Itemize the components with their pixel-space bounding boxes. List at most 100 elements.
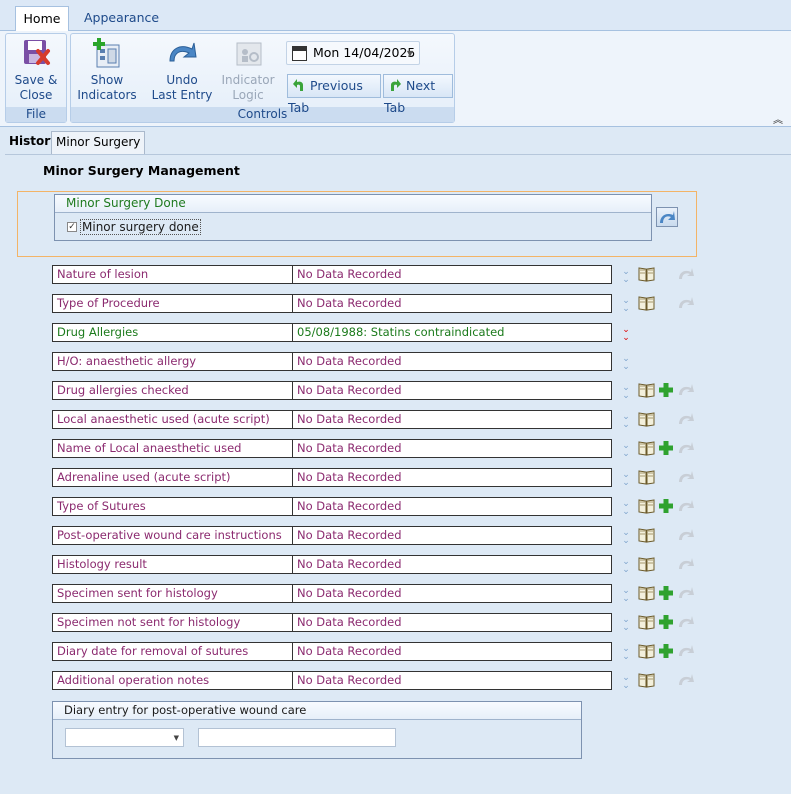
- add-icon[interactable]: [658, 382, 674, 399]
- expand-chevron-icon[interactable]: ⌄ ⌄: [617, 382, 635, 401]
- next-arrow-icon: [391, 79, 401, 91]
- expand-chevron-icon[interactable]: ⌄ ⌄: [617, 440, 635, 459]
- row-value[interactable]: 05/08/1988: Statins contraindicated: [297, 324, 504, 341]
- row-value[interactable]: No Data Recorded: [297, 295, 402, 312]
- book-icon[interactable]: [638, 556, 655, 573]
- undo-last-entry-button[interactable]: Undo Last Entry: [149, 37, 215, 103]
- row-actions: ⌄ ⌄: [617, 555, 697, 575]
- table-row[interactable]: Diary date for removal of sutures No Data…: [52, 642, 612, 661]
- expand-chevron-icon[interactable]: ⌄ ⌄: [617, 295, 635, 314]
- row-label: Drug Allergies: [53, 324, 293, 341]
- expand-chevron-icon[interactable]: ⌄ ⌄: [617, 498, 635, 517]
- row-label: Post-operative wound care instructions: [53, 527, 293, 544]
- expand-chevron-icon[interactable]: ⌄ ⌄: [617, 556, 635, 575]
- tab-appearance[interactable]: Appearance: [74, 6, 169, 32]
- book-icon[interactable]: [638, 498, 655, 515]
- expand-chevron-icon[interactable]: ⌄ ⌄: [617, 672, 635, 691]
- minor-surgery-panel: Minor Surgery Management Minor Surgery D…: [5, 154, 791, 794]
- undo-icon[interactable]: [677, 266, 696, 283]
- add-icon[interactable]: [658, 440, 674, 457]
- undo-icon[interactable]: [677, 440, 696, 457]
- book-icon[interactable]: [638, 643, 655, 660]
- undo-icon[interactable]: [677, 672, 696, 689]
- undo-icon[interactable]: [677, 643, 696, 660]
- row-value[interactable]: No Data Recorded: [297, 643, 402, 660]
- row-value[interactable]: No Data Recorded: [297, 440, 402, 457]
- minor-surgery-done-checkbox[interactable]: ✓: [67, 222, 77, 232]
- book-icon[interactable]: [638, 440, 655, 457]
- row-value[interactable]: No Data Recorded: [297, 672, 402, 689]
- book-icon[interactable]: [638, 527, 655, 544]
- expand-chevron-icon[interactable]: ⌄ ⌄: [617, 643, 635, 662]
- row-actions: ⌄ ⌄: [617, 497, 697, 517]
- row-value[interactable]: No Data Recorded: [297, 614, 402, 631]
- table-row[interactable]: Histology result No Data Recorded: [52, 555, 612, 574]
- table-row[interactable]: Nature of lesion No Data Recorded: [52, 265, 612, 284]
- expand-chevron-icon[interactable]: ⌄ ⌄: [617, 266, 635, 285]
- undo-icon[interactable]: [677, 411, 696, 428]
- undo-icon[interactable]: [677, 469, 696, 486]
- book-icon[interactable]: [638, 672, 655, 689]
- tab-minor-surgery[interactable]: Minor Surgery: [51, 131, 146, 154]
- table-row[interactable]: Type of Procedure No Data Recorded: [52, 294, 612, 313]
- table-row[interactable]: Adrenaline used (acute script) No Data Re…: [52, 468, 612, 487]
- expand-chevron-icon[interactable]: ⌄ ⌄: [617, 614, 635, 633]
- table-row[interactable]: Local anaesthetic used (acute script) No …: [52, 410, 612, 429]
- expand-chevron-icon[interactable]: ⌄ ⌄: [617, 324, 635, 343]
- indicator-logic-button[interactable]: Indicator Logic: [217, 37, 279, 103]
- diary-text-input[interactable]: [198, 728, 396, 747]
- table-row[interactable]: Additional operation notes No Data Record…: [52, 671, 612, 690]
- done-undo-button[interactable]: [656, 207, 678, 227]
- row-value[interactable]: No Data Recorded: [297, 411, 402, 428]
- table-row[interactable]: Drug Allergies 05/08/1988: Statins contra…: [52, 323, 612, 342]
- next-tab-button[interactable]: Next Tab: [383, 74, 453, 115]
- row-value[interactable]: No Data Recorded: [297, 585, 402, 602]
- book-icon[interactable]: [638, 411, 655, 428]
- tab-home[interactable]: Home: [15, 6, 69, 32]
- table-row[interactable]: Drug allergies checked No Data Recorded: [52, 381, 612, 400]
- book-icon[interactable]: [638, 382, 655, 399]
- row-actions: ⌄ ⌄: [617, 613, 697, 633]
- book-icon[interactable]: [638, 266, 655, 283]
- add-icon[interactable]: [658, 498, 674, 515]
- date-selector[interactable]: Mon 14/04/2025 ▼: [286, 41, 420, 65]
- table-row[interactable]: Post-operative wound care instructions No…: [52, 526, 612, 545]
- expand-chevron-icon[interactable]: ⌄ ⌄: [617, 469, 635, 488]
- expand-chevron-icon[interactable]: ⌄ ⌄: [617, 353, 635, 372]
- table-row[interactable]: Name of Local anaesthetic used No Data Re…: [52, 439, 612, 458]
- undo-icon[interactable]: [677, 527, 696, 544]
- row-value[interactable]: No Data Recorded: [297, 556, 402, 573]
- undo-icon[interactable]: [677, 295, 696, 312]
- row-value[interactable]: No Data Recorded: [297, 527, 402, 544]
- minor-surgery-done-label[interactable]: Minor surgery done: [80, 219, 201, 235]
- table-row[interactable]: Specimen not sent for histology No Data R…: [52, 613, 612, 632]
- book-icon[interactable]: [638, 614, 655, 631]
- save-close-button[interactable]: Save & Close: [6, 37, 66, 103]
- diary-date-select[interactable]: ▼: [65, 728, 184, 747]
- row-value[interactable]: No Data Recorded: [297, 498, 402, 515]
- show-indicators-button[interactable]: Show Indicators: [75, 37, 139, 103]
- undo-icon[interactable]: [677, 614, 696, 631]
- row-value[interactable]: No Data Recorded: [297, 469, 402, 486]
- previous-tab-button[interactable]: Previous Tab: [287, 74, 381, 115]
- row-value[interactable]: No Data Recorded: [297, 382, 402, 399]
- book-icon[interactable]: [638, 295, 655, 312]
- table-row[interactable]: Specimen sent for histology No Data Recor…: [52, 584, 612, 603]
- table-row[interactable]: Type of Sutures No Data Recorded: [52, 497, 612, 516]
- add-icon[interactable]: [658, 614, 674, 631]
- undo-icon[interactable]: [677, 498, 696, 515]
- add-icon[interactable]: [658, 643, 674, 660]
- row-value[interactable]: No Data Recorded: [297, 266, 402, 283]
- collapse-ribbon-icon[interactable]: ︽: [773, 111, 783, 126]
- add-icon[interactable]: [658, 585, 674, 602]
- undo-icon[interactable]: [677, 556, 696, 573]
- row-value[interactable]: No Data Recorded: [297, 353, 402, 370]
- book-icon[interactable]: [638, 585, 655, 602]
- undo-icon[interactable]: [677, 585, 696, 602]
- expand-chevron-icon[interactable]: ⌄ ⌄: [617, 585, 635, 604]
- table-row[interactable]: H/O: anaesthetic allergy No Data Recorded: [52, 352, 612, 371]
- undo-icon[interactable]: [677, 382, 696, 399]
- expand-chevron-icon[interactable]: ⌄ ⌄: [617, 411, 635, 430]
- book-icon[interactable]: [638, 469, 655, 486]
- expand-chevron-icon[interactable]: ⌄ ⌄: [617, 527, 635, 546]
